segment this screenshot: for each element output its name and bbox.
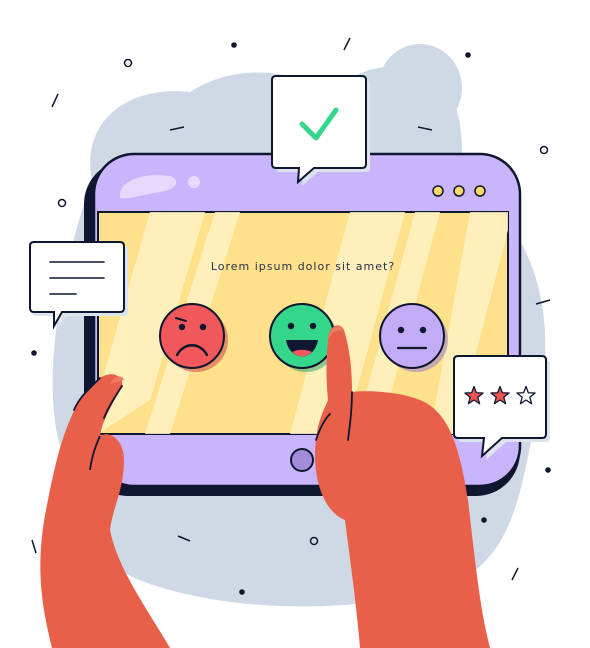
tablet-camera-dots (432, 185, 486, 197)
tablet-highlight-dot (188, 176, 200, 188)
background-circle (378, 44, 462, 132)
check-speech-bubble (271, 75, 370, 186)
tablet-home-button[interactable] (290, 448, 314, 472)
survey-question: Lorem ipsum dolor sit amet? (211, 260, 395, 273)
feedback-illustration: Lorem ipsum dolor sit amet? (29, 37, 551, 648)
